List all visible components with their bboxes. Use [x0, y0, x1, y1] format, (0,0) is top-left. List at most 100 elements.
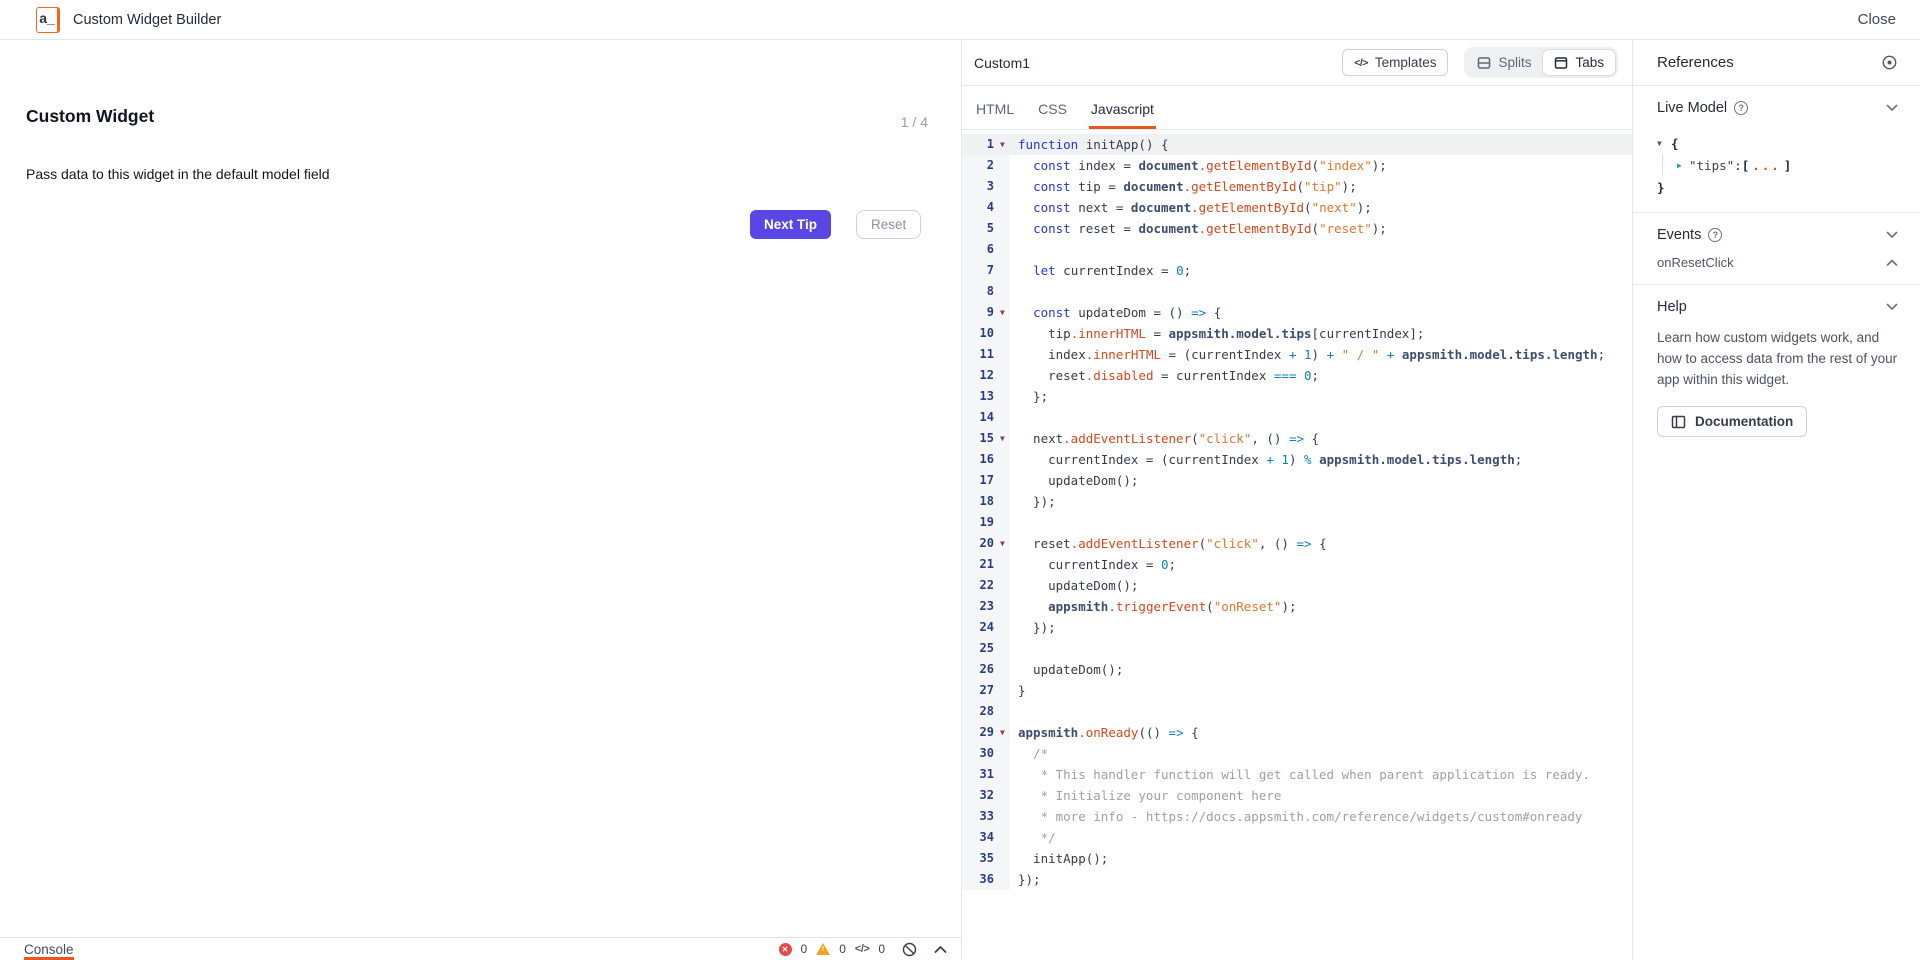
code-line[interactable]: 13 }; — [962, 386, 1632, 407]
code-line[interactable]: 36}); — [962, 869, 1632, 890]
code-line-text: updateDom(); — [1010, 470, 1138, 491]
code-line[interactable]: 16 currentIndex = (currentIndex + 1) % a… — [962, 449, 1632, 470]
code-line[interactable]: 30 /* — [962, 743, 1632, 764]
events-collapse-icon[interactable] — [1886, 231, 1898, 239]
code-line-text: const reset = document.getElementById("r… — [1010, 218, 1387, 239]
fold-gutter — [1000, 491, 1010, 512]
code-line[interactable]: 17 updateDom(); — [962, 470, 1632, 491]
line-number: 15 — [962, 428, 1000, 449]
fold-arrow-icon[interactable]: ▼ — [1000, 722, 1010, 743]
code-line-text: appsmith.triggerEvent("onReset"); — [1010, 596, 1297, 617]
line-number: 34 — [962, 827, 1000, 848]
code-line[interactable]: 2 const index = document.getElementById(… — [962, 155, 1632, 176]
reset-button[interactable]: Reset — [856, 210, 921, 239]
code-line-text: initApp(); — [1010, 848, 1108, 869]
collapse-arrow-icon[interactable]: ▼ — [1657, 139, 1671, 148]
line-number: 1 — [962, 134, 1000, 155]
line-number: 4 — [962, 197, 1000, 218]
live-model-title: Live Model — [1657, 100, 1727, 116]
fold-arrow-icon[interactable]: ▼ — [1000, 428, 1010, 449]
fold-gutter — [1000, 197, 1010, 218]
code-line[interactable]: 6 — [962, 239, 1632, 260]
code-line-text — [1010, 281, 1018, 302]
fold-arrow-icon[interactable]: ▼ — [1000, 533, 1010, 554]
code-line[interactable]: 5 const reset = document.getElementById(… — [962, 218, 1632, 239]
code-line[interactable]: 3 const tip = document.getElementById("t… — [962, 176, 1632, 197]
live-model-help-icon[interactable]: ? — [1734, 101, 1748, 115]
code-line[interactable]: 9▼ const updateDom = () => { — [962, 302, 1632, 323]
fold-arrow-icon[interactable]: ▼ — [1000, 134, 1010, 155]
line-number: 10 — [962, 323, 1000, 344]
code-line[interactable]: 8 — [962, 281, 1632, 302]
code-line[interactable]: 26 updateDom(); — [962, 659, 1632, 680]
code-line[interactable]: 12 reset.disabled = currentIndex === 0; — [962, 365, 1632, 386]
event-collapse-up-icon[interactable] — [1886, 259, 1898, 267]
code-line[interactable]: 20▼ reset.addEventListener("click", () =… — [962, 533, 1632, 554]
tab-css[interactable]: CSS — [1036, 101, 1069, 129]
code-line[interactable]: 11 index.innerHTML = (currentIndex + 1) … — [962, 344, 1632, 365]
live-model-collapse-icon[interactable] — [1886, 104, 1898, 112]
expand-arrow-icon[interactable]: ▶ — [1677, 161, 1689, 170]
code-line-text: const tip = document.getElementById("tip… — [1010, 176, 1357, 197]
line-number: 6 — [962, 239, 1000, 260]
code-line-text: */ — [1010, 827, 1056, 848]
code-line[interactable]: 24 }); — [962, 617, 1632, 638]
fold-gutter — [1000, 743, 1010, 764]
line-number: 17 — [962, 470, 1000, 491]
line-number: 14 — [962, 407, 1000, 428]
fold-gutter — [1000, 218, 1010, 239]
tab-html[interactable]: HTML — [974, 101, 1016, 129]
code-line[interactable]: 25 — [962, 638, 1632, 659]
fold-gutter — [1000, 512, 1010, 533]
events-help-icon[interactable]: ? — [1708, 228, 1722, 242]
fold-gutter — [1000, 806, 1010, 827]
tabs-mode-button[interactable]: Tabs — [1542, 49, 1616, 76]
next-tip-button[interactable]: Next Tip — [750, 210, 831, 239]
templates-button[interactable]: </> Templates — [1342, 49, 1448, 76]
code-line[interactable]: 31 * This handler function will get call… — [962, 764, 1632, 785]
code-line-text: let currentIndex = 0; — [1010, 260, 1191, 281]
code-line[interactable]: 32 * Initialize your component here — [962, 785, 1632, 806]
code-line[interactable]: 21 currentIndex = 0; — [962, 554, 1632, 575]
code-line[interactable]: 29▼appsmith.onReady(() => { — [962, 722, 1632, 743]
code-line[interactable]: 35 initApp(); — [962, 848, 1632, 869]
editor-tab-bar: HTML CSS Javascript — [962, 86, 1632, 130]
splits-mode-button[interactable]: Splits — [1466, 49, 1542, 76]
code-line-text: tip.innerHTML = appsmith.model.tips[curr… — [1010, 323, 1424, 344]
code-line[interactable]: 19 — [962, 512, 1632, 533]
code-line[interactable]: 23 appsmith.triggerEvent("onReset"); — [962, 596, 1632, 617]
focus-icon[interactable] — [1881, 54, 1898, 71]
close-button[interactable]: Close — [1858, 11, 1896, 28]
code-line[interactable]: 10 tip.innerHTML = appsmith.model.tips[c… — [962, 323, 1632, 344]
references-panel: References Live Model ? ▼ { ▶ — [1632, 40, 1920, 960]
code-line[interactable]: 18 }); — [962, 491, 1632, 512]
fold-gutter — [1000, 701, 1010, 722]
code-line[interactable]: 34 */ — [962, 827, 1632, 848]
code-line[interactable]: 27} — [962, 680, 1632, 701]
code-line[interactable]: 4 const next = document.getElementById("… — [962, 197, 1632, 218]
code-line[interactable]: 7 let currentIndex = 0; — [962, 260, 1632, 281]
help-title: Help — [1657, 299, 1687, 315]
line-number: 13 — [962, 386, 1000, 407]
expand-console-icon[interactable] — [934, 945, 947, 954]
line-number: 9 — [962, 302, 1000, 323]
fold-gutter — [1000, 176, 1010, 197]
code-line[interactable]: 14 — [962, 407, 1632, 428]
line-number: 29 — [962, 722, 1000, 743]
code-line[interactable]: 15▼ next.addEventListener("click", () =>… — [962, 428, 1632, 449]
code-editor[interactable]: 1▼function initApp() {2 const index = do… — [962, 130, 1632, 960]
code-line[interactable]: 22 updateDom(); — [962, 575, 1632, 596]
line-number: 7 — [962, 260, 1000, 281]
code-line[interactable]: 33 * more info - https://docs.appsmith.c… — [962, 806, 1632, 827]
tab-javascript[interactable]: Javascript — [1089, 101, 1156, 129]
fold-arrow-icon[interactable]: ▼ — [1000, 302, 1010, 323]
help-collapse-icon[interactable] — [1886, 303, 1898, 311]
console-tab[interactable]: Console — [24, 938, 74, 960]
collapsed-array-dots[interactable]: ... — [1752, 158, 1781, 173]
documentation-button[interactable]: Documentation — [1657, 406, 1807, 437]
line-number: 30 — [962, 743, 1000, 764]
code-line[interactable]: 1▼function initApp() { — [962, 134, 1632, 155]
event-item-onresetclick[interactable]: onResetClick — [1657, 255, 1898, 270]
clear-console-icon[interactable] — [902, 942, 917, 957]
code-line[interactable]: 28 — [962, 701, 1632, 722]
